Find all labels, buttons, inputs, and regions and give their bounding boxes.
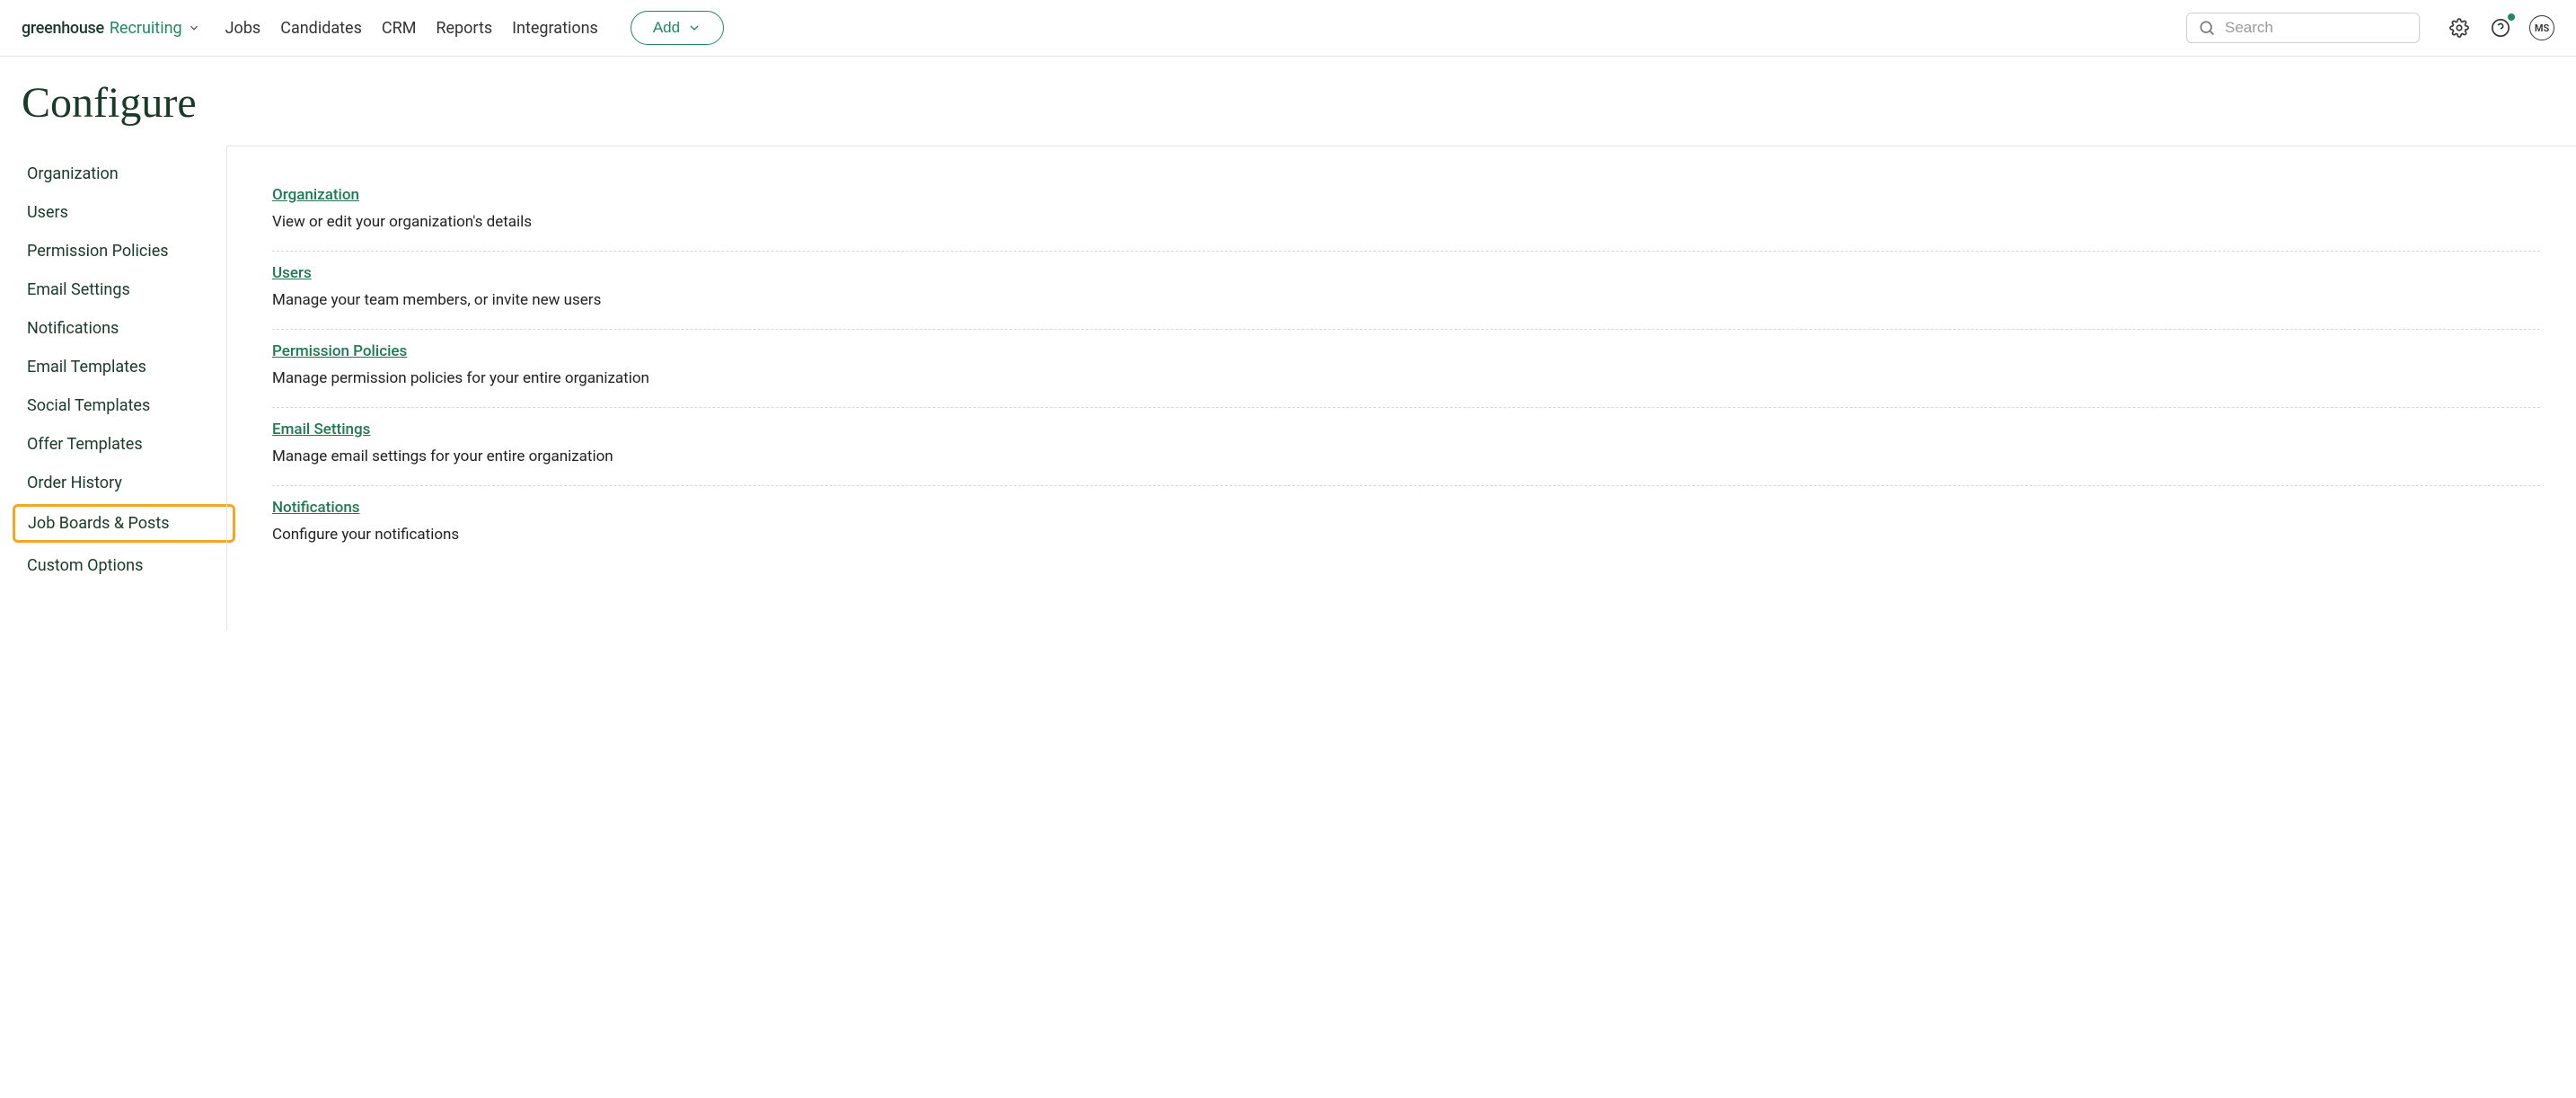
search-icon <box>2198 19 2216 37</box>
section-users: Users Manage your team members, or invit… <box>272 252 2540 330</box>
logo[interactable]: greenhouse Recruiting <box>22 19 200 38</box>
avatar-initials: MS <box>2535 22 2549 34</box>
section-desc: Configure your notifications <box>272 526 2540 544</box>
logo-primary-text: greenhouse <box>22 19 104 38</box>
configure-sidebar: Organization Users Permission Policies E… <box>0 146 226 603</box>
sidebar-item-label: Order History <box>27 474 122 492</box>
logo-secondary-text: Recruiting <box>110 19 182 38</box>
section-link-organization[interactable]: Organization <box>272 186 359 204</box>
sidebar-item-label: Organization <box>27 164 119 183</box>
section-permission-policies: Permission Policies Manage permission po… <box>272 330 2540 408</box>
help-icon <box>2491 18 2510 38</box>
sidebar-item-organization[interactable]: Organization <box>22 155 226 193</box>
search-box[interactable] <box>2186 13 2420 43</box>
chevron-down-icon[interactable] <box>188 22 200 34</box>
sidebar-item-label: Custom Options <box>27 556 143 575</box>
section-link-notifications[interactable]: Notifications <box>272 499 360 517</box>
sidebar-item-offer-templates[interactable]: Offer Templates <box>22 425 226 464</box>
nav-crm[interactable]: CRM <box>382 19 417 38</box>
main-panel: Organization View or edit your organizat… <box>226 146 2576 631</box>
chevron-down-icon <box>687 21 701 35</box>
section-link-users[interactable]: Users <box>272 264 312 282</box>
section-desc: View or edit your organization's details <box>272 213 2540 231</box>
sidebar-item-label: Email Settings <box>27 280 130 299</box>
section-link-email-settings[interactable]: Email Settings <box>272 421 370 438</box>
avatar[interactable]: MS <box>2529 15 2554 40</box>
section-desc: Manage permission policies for your enti… <box>272 369 2540 387</box>
search-input[interactable] <box>2225 19 2408 37</box>
sidebar-item-email-settings[interactable]: Email Settings <box>22 270 226 309</box>
sidebar-item-label: Job Boards & Posts <box>28 514 170 533</box>
nav-reports[interactable]: Reports <box>436 19 492 38</box>
sidebar-item-email-templates[interactable]: Email Templates <box>22 348 226 386</box>
section-organization: Organization View or edit your organizat… <box>272 173 2540 252</box>
section-notifications: Notifications Configure your notificatio… <box>272 486 2540 563</box>
sidebar-item-job-boards-posts[interactable]: Job Boards & Posts <box>13 504 235 543</box>
sidebar-item-order-history[interactable]: Order History <box>22 464 226 502</box>
settings-button[interactable] <box>2447 15 2472 40</box>
primary-nav: Jobs Candidates CRM Reports Integrations <box>225 19 598 38</box>
sidebar-item-label: Social Templates <box>27 396 150 415</box>
sidebar-item-custom-options[interactable]: Custom Options <box>22 546 226 585</box>
nav-integrations[interactable]: Integrations <box>512 19 598 38</box>
help-button[interactable] <box>2488 15 2513 40</box>
notification-dot-icon <box>2508 13 2515 21</box>
sidebar-item-label: Offer Templates <box>27 435 143 454</box>
sidebar-item-label: Notifications <box>27 319 119 338</box>
section-desc: Manage email settings for your entire or… <box>272 447 2540 465</box>
nav-candidates[interactable]: Candidates <box>280 19 362 38</box>
page-title: Configure <box>0 57 2576 146</box>
sidebar-item-social-templates[interactable]: Social Templates <box>22 386 226 425</box>
sidebar-item-permission-policies[interactable]: Permission Policies <box>22 232 226 270</box>
nav-jobs[interactable]: Jobs <box>225 19 261 38</box>
sidebar-item-label: Permission Policies <box>27 242 169 261</box>
section-desc: Manage your team members, or invite new … <box>272 291 2540 309</box>
sidebar-item-notifications[interactable]: Notifications <box>22 309 226 348</box>
add-button[interactable]: Add <box>631 11 724 45</box>
section-email-settings: Email Settings Manage email settings for… <box>272 408 2540 486</box>
top-navbar: greenhouse Recruiting Jobs Candidates CR… <box>0 0 2576 57</box>
sidebar-item-users[interactable]: Users <box>22 193 226 232</box>
sidebar-item-label: Users <box>27 203 68 222</box>
add-button-label: Add <box>653 19 680 37</box>
top-icon-group: MS <box>2447 15 2554 40</box>
sidebar-item-label: Email Templates <box>27 358 146 376</box>
section-link-permission-policies[interactable]: Permission Policies <box>272 342 407 360</box>
gear-icon <box>2449 18 2469 38</box>
